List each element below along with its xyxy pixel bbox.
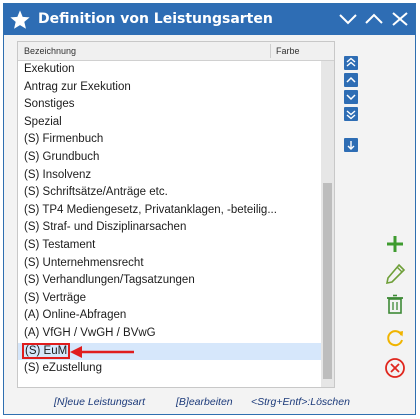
move-down-icon	[346, 94, 356, 101]
move-up-icon	[346, 76, 356, 83]
move-to-top-button[interactable]	[344, 56, 358, 70]
leistungsarten-dialog: Definition von Leistungsarten Bezeichnun…	[3, 3, 416, 415]
shortcut-footer: [N]eue Leistungsart [B]earbeiten <Strg+E…	[4, 392, 415, 414]
chevron-down-icon[interactable]	[337, 10, 359, 28]
list-item[interactable]: (A) VfGH / VwGH / BVwG	[18, 325, 321, 343]
list-item[interactable]: (S) Insolvenz	[18, 167, 321, 185]
list-item[interactable]: Exekution	[18, 61, 321, 79]
new-shortcut-hint: [N]eue Leistungsart	[54, 396, 146, 408]
add-icon[interactable]	[384, 233, 406, 255]
highlight-box: (S) EuM	[21, 342, 71, 359]
window-title: Definition von Leistungsarten	[38, 11, 273, 27]
chevron-up-icon[interactable]	[363, 10, 385, 28]
column-header-name[interactable]: Bezeichnung	[24, 46, 76, 56]
delete-icon[interactable]	[384, 293, 406, 315]
annotation-arrow-icon	[70, 346, 134, 358]
list-item[interactable]: (S) Grundbuch	[18, 149, 321, 167]
close-icon[interactable]	[389, 10, 411, 28]
move-down-button[interactable]	[344, 90, 358, 104]
column-divider[interactable]	[270, 44, 271, 58]
list-item[interactable]: (S) TP4 Mediengesetz, Privatanklagen, -b…	[18, 202, 321, 220]
delete-shortcut-hint: <Strg+Entf>:Löschen	[251, 396, 350, 408]
list-item[interactable]: (S) Testament	[18, 237, 321, 255]
edit-icon[interactable]	[384, 263, 406, 285]
list-item-selected[interactable]: (S) EuM	[18, 342, 321, 361]
cancel-icon[interactable]	[384, 357, 406, 379]
list-item[interactable]: (S) Unternehmensrecht	[18, 255, 321, 273]
move-to-top-icon	[346, 57, 356, 67]
sort-down-icon	[347, 141, 355, 150]
move-to-bottom-button[interactable]	[344, 107, 358, 121]
column-header-color[interactable]: Farbe	[276, 46, 300, 56]
leistungsarten-list[interactable]: Bezeichnung Farbe Exekution Antrag zur E…	[17, 41, 335, 388]
list-item[interactable]: (S) Verträge	[18, 290, 321, 308]
list-item[interactable]: (S) Schriftsätze/Anträge etc.	[18, 184, 321, 202]
star-icon	[10, 10, 30, 29]
move-to-bottom-icon	[346, 110, 356, 120]
move-up-button[interactable]	[344, 73, 358, 87]
sort-down-button[interactable]	[344, 138, 358, 152]
list-item[interactable]: Spezial	[18, 114, 321, 132]
vertical-scrollbar[interactable]	[321, 61, 334, 387]
edit-shortcut-hint: [B]earbeiten	[176, 396, 233, 408]
list-item[interactable]: Antrag zur Exekution	[18, 79, 321, 97]
list-item[interactable]: (A) Online-Abfragen	[18, 307, 321, 325]
scrollbar-thumb[interactable]	[323, 183, 332, 379]
window-controls	[337, 10, 411, 28]
list-header: Bezeichnung Farbe	[18, 42, 334, 61]
title-bar[interactable]: Definition von Leistungsarten	[4, 4, 415, 35]
refresh-icon[interactable]	[384, 327, 406, 349]
list-item[interactable]: Sonstiges	[18, 96, 321, 114]
list-item[interactable]: (S) eZustellung	[18, 360, 321, 378]
list-item[interactable]: (S) Firmenbuch	[18, 131, 321, 149]
list-item[interactable]: (S) Straf- und Disziplinarsachen	[18, 219, 321, 237]
list-rows: Exekution Antrag zur Exekution Sonstiges…	[18, 61, 321, 378]
list-item[interactable]: (S) Verhandlungen/Tagsatzungen	[18, 272, 321, 290]
